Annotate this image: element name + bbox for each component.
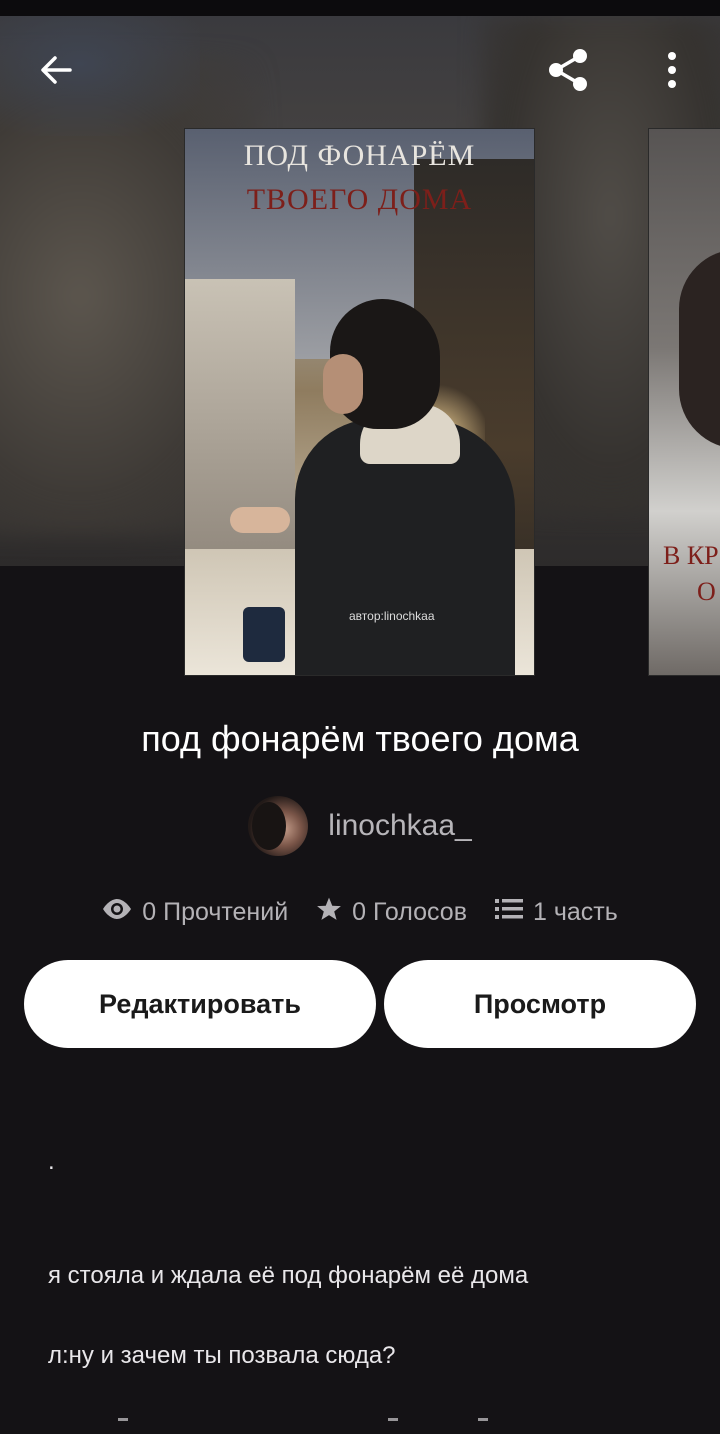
author-name[interactable]: linochkaa_ (328, 809, 471, 843)
story-cover[interactable]: ПОД ФОНАРЁМ ТВОЕГО ДОМА автор:linochkaa (184, 128, 535, 676)
more-options-button[interactable] (650, 44, 694, 100)
reads-stat: 0 Прочтений (102, 898, 288, 927)
cut-off-text-line (48, 1418, 498, 1428)
author-row[interactable]: linochkaa_ (0, 796, 720, 856)
votes-count: 0 Голосов (352, 897, 467, 926)
more-vertical-icon (666, 50, 678, 95)
share-button[interactable] (538, 44, 598, 100)
story-stats: 0 Прочтений 0 Голосов 1 часть (0, 892, 720, 932)
cover-author-caption: автор:linochkaa (349, 609, 435, 623)
next-cover-title-line1: В КР (663, 541, 719, 570)
parts-count: 1 часть (532, 897, 618, 926)
status-bar (0, 0, 720, 16)
description-line: л:ну и зачем ты позвала сюда? (48, 1342, 396, 1369)
avatar[interactable] (248, 796, 309, 856)
next-cover-title-line2: О (697, 577, 716, 606)
description-line: . (48, 1148, 55, 1175)
parts-stat: 1 часть (494, 897, 618, 928)
cover-title-line1: ПОД ФОНАРЁМ (243, 139, 476, 172)
back-button[interactable] (26, 46, 86, 98)
eye-icon (102, 898, 132, 927)
cover-title-line2: ТВОЕГО ДОМА (246, 183, 473, 216)
story-title: под фонарём твоего дома (141, 718, 579, 759)
next-story-cover[interactable]: В КР О (648, 128, 720, 676)
view-button[interactable]: Просмотр (384, 960, 696, 1048)
list-icon (494, 897, 523, 928)
edit-button[interactable]: Редактировать (24, 960, 376, 1048)
share-icon (542, 44, 594, 101)
reads-count: 0 Прочтений (142, 897, 289, 926)
votes-stat: 0 Голосов (316, 896, 467, 929)
arrow-left-icon (36, 50, 76, 95)
star-icon (316, 896, 342, 929)
description-line: я стояла и ждала её под фонарём её дома (48, 1262, 529, 1289)
